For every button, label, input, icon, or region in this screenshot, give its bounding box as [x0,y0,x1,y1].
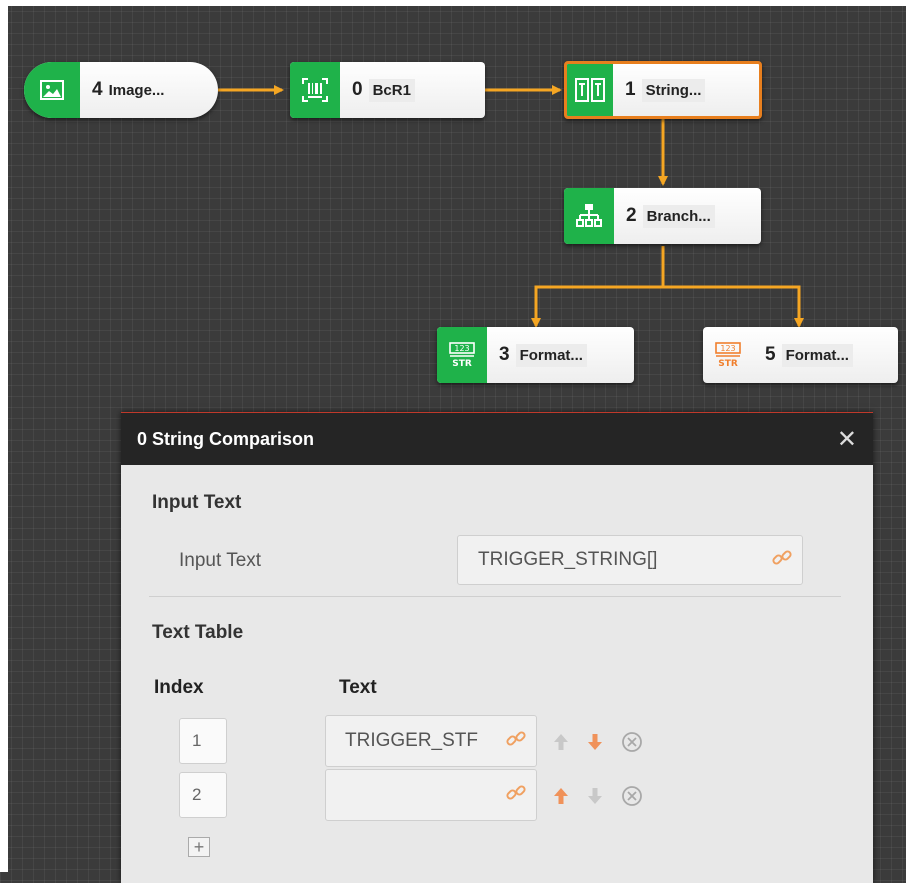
node-number: 3 [499,344,510,365]
section-divider [149,596,841,597]
link-icon[interactable] [772,548,792,573]
column-header-index: Index [154,677,204,698]
dialog-title: 0 String Comparison [137,428,315,449]
node-label: Image... [108,81,165,99]
format-string-icon: 123 STR [703,327,753,383]
row-index-field[interactable]: 1 [179,718,227,764]
format-string-icon: 123 STR [437,327,487,383]
link-icon[interactable] [506,783,526,808]
row-text-field[interactable]: TRIGGER_STF [325,715,537,767]
node-label: String... [641,78,706,102]
node-number: 0 [352,79,363,100]
node-format-3[interactable]: 123 STR 3 Format... [437,327,634,383]
move-up-icon[interactable] [553,733,569,756]
remove-row-icon[interactable] [621,731,643,758]
move-down-icon[interactable] [587,787,603,810]
node-bcr[interactable]: 0 BcR1 [290,62,485,118]
image-icon [24,62,80,118]
node-string[interactable]: 1 String... [564,61,762,119]
node-number: 4 [92,79,103,100]
node-label: Format... [515,343,587,367]
branch-icon [564,188,614,244]
input-text-value: TRIGGER_STRING[] [478,549,658,570]
node-number: 2 [626,205,637,226]
node-number: 5 [765,344,776,365]
move-down-icon[interactable] [587,733,603,756]
node-number: 1 [625,79,636,100]
close-icon[interactable]: ✕ [837,425,857,454]
node-image[interactable]: 4 Image... [24,62,218,118]
node-label: Branch... [642,204,715,228]
svg-text:STR: STR [452,359,472,368]
row-text-value: TRIGGER_STF [345,730,479,751]
move-up-icon[interactable] [553,787,569,810]
node-branch[interactable]: 2 Branch... [564,188,761,244]
connector-branch-format5 [663,285,804,328]
section-input-text: Input Text [152,492,242,513]
string-compare-icon [567,64,613,116]
svg-text:STR: STR [718,359,738,368]
add-row-button[interactable]: + [188,837,210,857]
svg-text:123: 123 [454,344,469,353]
row-index-field[interactable]: 2 [179,772,227,818]
connector-branch-format3 [531,246,665,328]
node-label: BcR1 [368,78,415,102]
node-format-5[interactable]: 123 STR 5 Format... [703,327,898,383]
node-label: Format... [781,343,853,367]
input-text-label: Input Text [179,550,262,571]
barcode-reader-icon [290,62,340,118]
dialog-header: 0 String Comparison ✕ [121,413,873,465]
properties-dialog: 0 String Comparison ✕ Input Text Input T… [121,412,873,883]
row-text-field[interactable] [325,769,537,821]
link-icon[interactable] [506,729,526,754]
svg-text:123: 123 [720,344,735,353]
column-header-text: Text [339,677,377,698]
input-text-field[interactable]: TRIGGER_STRING[] [457,535,803,585]
section-text-table: Text Table [152,622,244,643]
remove-row-icon[interactable] [621,785,643,812]
